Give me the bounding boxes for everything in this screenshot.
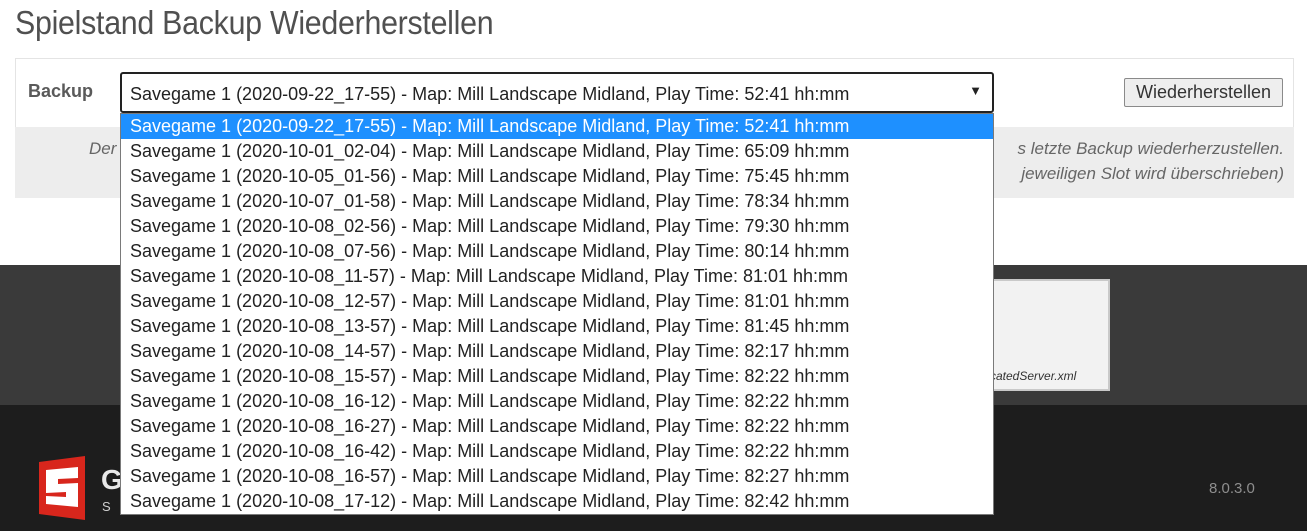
logo-icon — [39, 456, 85, 520]
backup-label: Backup — [28, 81, 94, 101]
dropdown-option[interactable]: Savegame 1 (2020-10-08_14-57) - Map: Mil… — [121, 339, 993, 364]
dropdown-option[interactable]: Savegame 1 (2020-10-08_07-56) - Map: Mil… — [121, 239, 993, 264]
logo-tagline: S — [102, 499, 113, 514]
chevron-down-icon: ▼ — [969, 83, 982, 98]
backup-select-value: Savegame 1 (2020-09-22_17-55) - Map: Mil… — [130, 84, 850, 104]
thumbnail-caption: catedServer.xml — [990, 369, 1077, 383]
info-text-line-1: s letzte Backup wiederherzustellen. — [1017, 139, 1284, 158]
dropdown-option[interactable]: Savegame 1 (2020-10-08_16-27) - Map: Mil… — [121, 414, 993, 439]
info-text-line-2: jeweiligen Slot wird überschrieben) — [1021, 164, 1284, 183]
dropdown-option[interactable]: Savegame 1 (2020-09-22_17-55) - Map: Mil… — [121, 114, 993, 139]
backup-dropdown-list[interactable]: Savegame 1 (2020-09-22_17-55) - Map: Mil… — [120, 113, 994, 515]
dropdown-option[interactable]: Savegame 1 (2020-10-08_11-57) - Map: Mil… — [121, 264, 993, 289]
dropdown-option[interactable]: Savegame 1 (2020-10-08_15-57) - Map: Mil… — [121, 364, 993, 389]
restore-button[interactable]: Wiederherstellen — [1124, 78, 1283, 107]
dropdown-option[interactable]: Savegame 1 (2020-10-08_16-57) - Map: Mil… — [121, 464, 993, 489]
version-label: 8.0.3.0 — [1209, 480, 1255, 497]
dropdown-option[interactable]: Savegame 1 (2020-10-07_01-58) - Map: Mil… — [121, 189, 993, 214]
dropdown-option[interactable]: Savegame 1 (2020-10-08_16-12) - Map: Mil… — [121, 389, 993, 414]
dropdown-option[interactable]: Savegame 1 (2020-10-08_12-57) - Map: Mil… — [121, 289, 993, 314]
dropdown-option[interactable]: Savegame 1 (2020-10-01_02-04) - Map: Mil… — [121, 139, 993, 164]
page-title: Spielstand Backup Wiederherstellen — [15, 4, 494, 41]
dropdown-option[interactable]: Savegame 1 (2020-10-05_01-56) - Map: Mil… — [121, 164, 993, 189]
backup-select[interactable]: Savegame 1 (2020-09-22_17-55) - Map: Mil… — [120, 72, 994, 113]
config-thumbnail: catedServer.xml — [988, 279, 1110, 391]
info-text-left: Der — [89, 139, 117, 158]
dropdown-option[interactable]: Savegame 1 (2020-10-08_02-56) - Map: Mil… — [121, 214, 993, 239]
dropdown-option[interactable]: Savegame 1 (2020-10-08_17-12) - Map: Mil… — [121, 489, 993, 514]
dropdown-option[interactable]: Savegame 1 (2020-10-08_13-57) - Map: Mil… — [121, 314, 993, 339]
dropdown-option[interactable]: Savegame 1 (2020-10-08_16-42) - Map: Mil… — [121, 439, 993, 464]
